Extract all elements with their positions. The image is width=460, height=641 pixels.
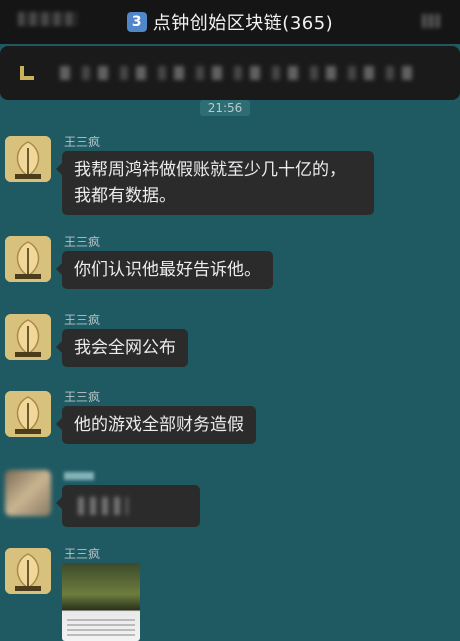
chat-header: 3 点钟创始区块链(365)	[0, 0, 460, 44]
message-timestamp: 21:56	[200, 100, 250, 116]
sender-name-blurred	[64, 472, 94, 480]
peach-avatar-icon	[5, 548, 51, 594]
message-bubble[interactable]: 他的游戏全部财务造假	[56, 406, 256, 444]
message-text: 我帮周鸿祎做假账就至少几十亿的，	[74, 160, 346, 180]
pinned-message-blurred	[60, 66, 420, 80]
pin-icon	[20, 66, 34, 80]
back-button[interactable]	[18, 12, 78, 26]
peach-avatar-icon	[5, 236, 51, 282]
thumbnail-text-lines	[67, 619, 135, 637]
more-options-icon[interactable]	[422, 14, 440, 28]
message-text: 他的游戏全部财务造假	[74, 415, 244, 435]
sender-name: 王三疯	[64, 135, 101, 149]
avatar-blurred[interactable]	[5, 470, 51, 516]
chat-title: 点钟创始区块链(365)	[152, 13, 334, 34]
peach-avatar-icon	[5, 314, 51, 360]
peach-avatar-icon	[5, 136, 51, 182]
message-text: 我都有数据。	[74, 186, 176, 206]
pinned-message-bar[interactable]	[0, 46, 460, 100]
avatar[interactable]	[5, 391, 51, 437]
image-message-thumbnail[interactable]	[62, 563, 140, 641]
sender-name: 王三疯	[64, 313, 101, 327]
peach-avatar-icon	[5, 391, 51, 437]
keycap-icon: 3	[126, 12, 147, 32]
avatar[interactable]	[5, 236, 51, 282]
sender-name: 王三疯	[64, 390, 101, 404]
message-text-blurred	[78, 497, 128, 515]
message-bubble[interactable]: 我帮周鸿祎做假账就至少几十亿的， 我都有数据。	[56, 151, 374, 215]
avatar[interactable]	[5, 548, 51, 594]
message-text: 我会全网公布	[74, 338, 176, 358]
avatar[interactable]	[5, 314, 51, 360]
chat-title-group: 3 点钟创始区块链(365)	[126, 9, 334, 35]
sender-name: 王三疯	[64, 235, 101, 249]
avatar[interactable]	[5, 136, 51, 182]
message-text: 你们认识他最好告诉他。	[74, 260, 261, 280]
sender-name: 王三疯	[64, 547, 101, 561]
message-bubble[interactable]: 你们认识他最好告诉他。	[56, 251, 273, 289]
message-bubble[interactable]: 我会全网公布	[56, 329, 188, 367]
